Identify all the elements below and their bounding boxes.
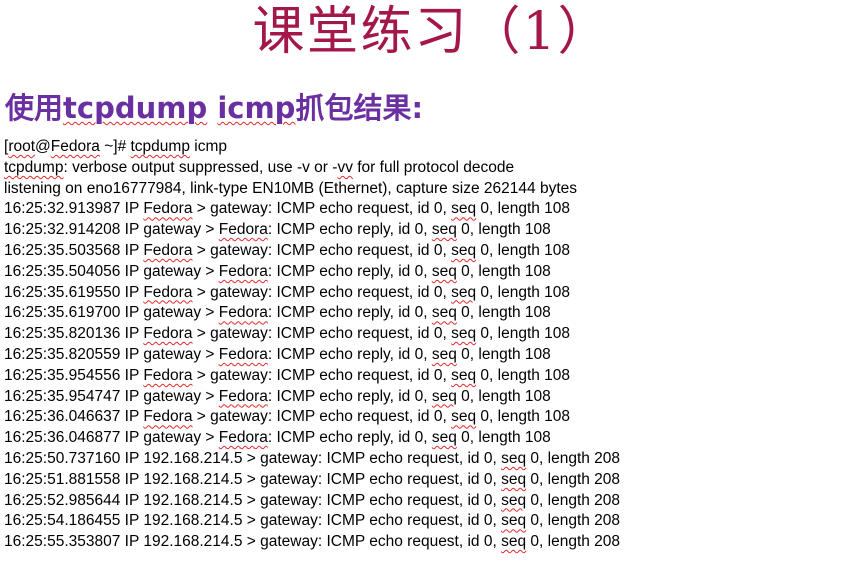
console-line: 16:25:35.954747 IP gateway > Fedora: ICM… [4,387,551,405]
subtitle-command-icmp: icmp [217,91,296,125]
console-line: 16:25:35.503568 IP Fedora > gateway: ICM… [4,241,571,259]
spellcheck-word: vv [337,158,353,176]
spellcheck-word: seq [451,241,477,259]
spellcheck-word: Fedora [218,429,268,447]
console-line: 16:25:55.353807 IP 192.168.214.5 > gatew… [4,533,621,551]
spellcheck-word: Fedora [143,408,193,426]
console-line: 16:25:36.046637 IP Fedora > gateway: ICM… [4,408,571,426]
spellcheck-word: seq [431,345,457,363]
console-line: 16:25:35.820559 IP gateway > Fedora: ICM… [4,345,551,363]
console-line: 16:25:36.046877 IP gateway > Fedora: ICM… [4,429,551,447]
spellcheck-word: Fedora [218,345,268,363]
spellcheck-word: seq [501,491,527,509]
spellcheck-word: seq [501,470,527,488]
console-line: 16:25:35.820136 IP Fedora > gateway: ICM… [4,325,571,343]
subtitle-suffix: 抓包结果: [295,91,424,125]
spellcheck-word: tcpdump [130,138,190,155]
spellcheck-word: seq [501,449,527,467]
spellcheck-word: seq [451,408,477,426]
spellcheck-word: Fedora [143,241,193,259]
spellcheck-word: seq [501,533,527,551]
console-line: 16:25:32.913987 IP Fedora > gateway: ICM… [4,200,571,218]
console-line: 16:25:35.619700 IP gateway > Fedora: ICM… [4,304,551,322]
console-line: 16:25:35.504056 IP gateway > Fedora: ICM… [4,262,551,280]
subtitle-space [207,91,217,125]
spellcheck-word: seq [431,387,457,405]
spellcheck-word: Fedora [218,221,268,239]
subtitle-command-tcpdump: tcpdump [63,91,208,125]
console-line: 16:25:52.985644 IP 192.168.214.5 > gatew… [4,491,621,509]
console-line: listening on eno16777984, link-type EN10… [4,179,577,197]
console-line: [root@Fedora ~]# tcpdump icmp [4,138,227,155]
spellcheck-word: seq [431,429,457,447]
spellcheck-word: seq [451,283,477,301]
console-line: 16:25:50.737160 IP 192.168.214.5 > gatew… [4,449,621,467]
spellcheck-word: Fedora [218,387,268,405]
spellcheck-word: seq [451,200,477,218]
slide-title: 课堂练习（1） [252,2,612,62]
spellcheck-word: seq [451,366,477,384]
spellcheck-word: Fedora [143,366,193,384]
console-output: [root@Fedora ~]# tcpdump icmp tcpdump: ve… [4,137,620,553]
spellcheck-word: Fedora [218,262,268,280]
console-line: 16:25:35.619550 IP Fedora > gateway: ICM… [4,283,571,301]
spellcheck-word: Fedora [218,304,268,322]
spellcheck-word: seq [431,262,457,280]
spellcheck-word: seq [431,304,457,322]
spellcheck-word: seq [501,512,527,530]
spellcheck-word: Fedora [143,283,193,301]
spellcheck-word: Fedora [143,325,193,343]
console-line: 16:25:51.881558 IP 192.168.214.5 > gatew… [4,470,621,488]
spellcheck-word: tcpdump [4,158,64,176]
spellcheck-word: root [8,138,36,155]
console-line: tcpdump: verbose output suppressed, use … [4,158,515,176]
subtitle-prefix: 使用 [5,91,64,125]
spellcheck-word: Fedora [50,138,100,155]
spellcheck-word: Fedora [143,200,193,218]
slide-subtitle: 使用tcpdump icmp抓包结果: [5,88,423,128]
console-line: 16:25:35.954556 IP Fedora > gateway: ICM… [4,366,571,384]
console-line: 16:25:54.186455 IP 192.168.214.5 > gatew… [4,512,621,530]
spellcheck-word: seq [431,221,457,239]
console-line: 16:25:32.914208 IP gateway > Fedora: ICM… [4,221,551,239]
spellcheck-word: seq [451,325,477,343]
